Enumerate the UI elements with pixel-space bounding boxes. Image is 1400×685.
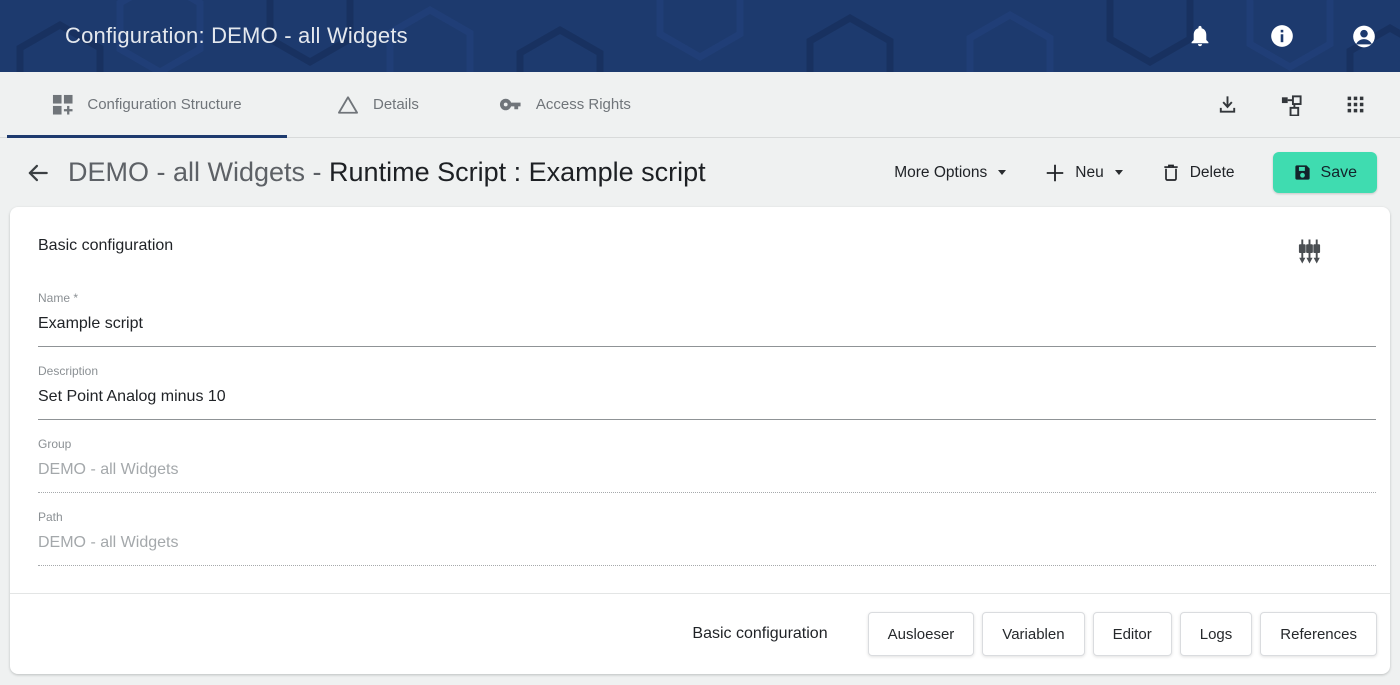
chevron-down-icon (998, 170, 1006, 175)
delete-button[interactable]: Delete (1161, 162, 1235, 183)
save-floppy-icon (1293, 163, 1312, 182)
section-title: Basic configuration (38, 237, 173, 255)
tab-access-rights[interactable]: Access Rights (469, 72, 661, 137)
section-button-logs[interactable]: Logs (1180, 612, 1253, 656)
account-button[interactable] (1351, 23, 1377, 49)
info-icon (1269, 23, 1295, 49)
back-button[interactable] (22, 157, 54, 189)
tune-button[interactable] (1296, 237, 1322, 265)
path-input (38, 533, 1376, 553)
plus-icon (1044, 162, 1066, 184)
entity-toolbar: DEMO - all Widgets - Runtime Script : Ex… (0, 138, 1400, 207)
active-section-label: Basic configuration (692, 625, 827, 643)
tab-bar: Configuration Structure Details Access R… (0, 72, 1400, 138)
grid-dots-icon (1345, 94, 1366, 115)
app-header: Configuration: DEMO - all Widgets (0, 0, 1400, 72)
save-label: Save (1321, 164, 1357, 182)
tab-details[interactable]: Details (287, 72, 469, 137)
group-field-label: Group (38, 437, 1376, 451)
card-header: Basic configuration (10, 207, 1390, 265)
info-button[interactable] (1269, 23, 1295, 49)
tab-bar-actions (1214, 72, 1400, 137)
name-field-label: Name * (38, 291, 1376, 305)
widgets-add-icon (52, 94, 73, 115)
new-button[interactable]: Neu (1044, 162, 1122, 184)
key-icon (499, 93, 522, 116)
basic-configuration-card: Basic configuration Nam (10, 207, 1390, 674)
new-label: Neu (1075, 164, 1103, 182)
name-field: Name * (38, 291, 1376, 347)
notifications-icon (1188, 24, 1212, 48)
download-icon (1216, 93, 1239, 116)
path-field: Path (38, 510, 1376, 566)
save-button[interactable]: Save (1273, 152, 1377, 193)
app-title: Configuration: DEMO - all Widgets (65, 23, 408, 49)
grid-button[interactable] (1342, 92, 1368, 118)
section-button-editor[interactable]: Editor (1093, 612, 1172, 656)
more-options-button[interactable]: More Options (894, 164, 1006, 182)
tab-label: Configuration Structure (87, 96, 241, 113)
tab-configuration-structure[interactable]: Configuration Structure (7, 72, 287, 137)
group-input (38, 460, 1376, 480)
description-field: Description (38, 364, 1376, 420)
entity-title: DEMO - all Widgets - Runtime Script : Ex… (68, 157, 706, 188)
form-fields: Name * Description Group Path (38, 291, 1376, 583)
entity-title-group: DEMO - all Widgets - (68, 157, 329, 187)
download-button[interactable] (1214, 92, 1240, 118)
notifications-button[interactable] (1187, 23, 1213, 49)
section-nav-footer: Basic configuration Ausloeser Variablen … (10, 593, 1390, 674)
sliders-icon (1297, 238, 1322, 265)
hierarchy-button[interactable] (1278, 92, 1304, 118)
arrow-back-icon (25, 160, 51, 186)
group-field: Group (38, 437, 1376, 493)
path-field-label: Path (38, 510, 1376, 524)
chevron-down-icon (1115, 170, 1123, 175)
toolbar-actions: More Options Neu Delete Save (894, 152, 1400, 193)
entity-title-name: Runtime Script : Example script (329, 157, 706, 187)
description-field-label: Description (38, 364, 1376, 378)
section-button-variablen[interactable]: Variablen (982, 612, 1084, 656)
section-button-ausloeser[interactable]: Ausloeser (868, 612, 975, 656)
tab-label: Access Rights (536, 96, 631, 113)
tab-label: Details (373, 96, 419, 113)
header-actions (1187, 23, 1400, 49)
delete-label: Delete (1190, 164, 1235, 182)
description-input[interactable] (38, 387, 1376, 407)
warning-triangle-icon (337, 95, 359, 115)
trash-icon (1161, 162, 1181, 183)
more-options-label: More Options (894, 164, 987, 182)
hierarchy-icon (1280, 93, 1303, 116)
section-button-references[interactable]: References (1260, 612, 1377, 656)
name-input[interactable] (38, 314, 1376, 334)
account-icon (1351, 23, 1377, 50)
